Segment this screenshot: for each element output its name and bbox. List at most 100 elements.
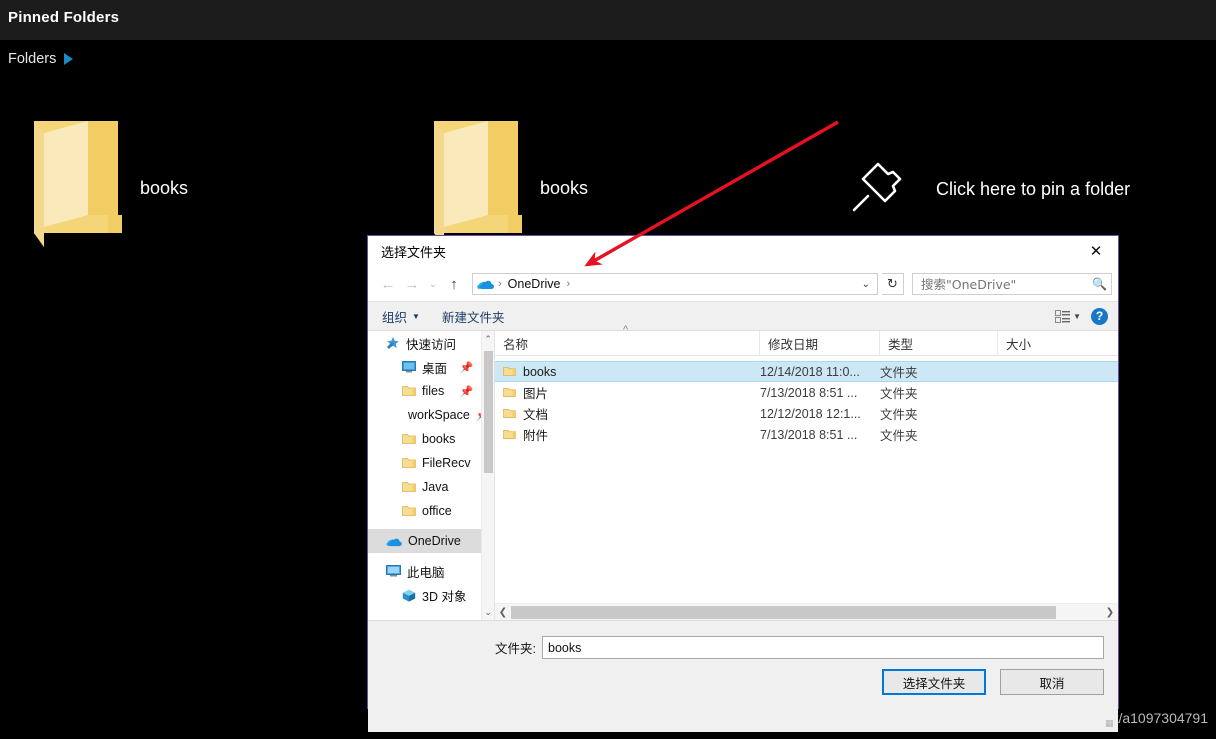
folder-name-row: 文件夹: books <box>368 636 1104 659</box>
refresh-icon[interactable]: ↻ <box>882 273 904 295</box>
folder-icon <box>402 506 416 516</box>
scrollbar-thumb[interactable] <box>484 351 493 473</box>
view-list-icon[interactable]: ▼ <box>1055 309 1081 323</box>
column-header-name[interactable]: 名称 ^ <box>495 324 760 356</box>
folder-name-input[interactable]: books <box>542 636 1104 659</box>
dialog-buttons: 选择文件夹 取消 <box>882 669 1104 695</box>
scroll-down-icon[interactable]: ⌄ <box>482 604 494 620</box>
sidebar-item-books[interactable]: books <box>368 427 481 451</box>
sidebar-item-label: FileRecv <box>422 456 471 470</box>
row-type-cell: 文件夹 <box>880 429 918 443</box>
table-row[interactable]: 图片 7/13/2018 8:51 ... 文件夹 <box>495 382 1118 403</box>
column-header-type[interactable]: 类型 <box>880 330 998 356</box>
view-list-glyph <box>1055 309 1071 323</box>
pin-icon <box>852 162 902 212</box>
sidebar-item-label: 3D 对象 <box>422 589 467 604</box>
folder-icon <box>402 386 416 396</box>
column-header-size[interactable]: 大小 <box>998 331 1118 356</box>
sidebar-item-label: books <box>422 432 456 446</box>
row-name-cell: 文档 <box>495 404 760 423</box>
sidebar-item-this-pc[interactable]: 此电脑 <box>368 559 481 583</box>
pin-folder-tile[interactable]: Click here to pin a folder <box>848 158 1130 221</box>
column-header-name-label: 名称 <box>503 337 529 352</box>
nav-pane-scrollbar[interactable]: ⌃ ⌄ <box>481 331 494 620</box>
sidebar-item-desktop[interactable]: 桌面 📌 <box>368 355 481 379</box>
organize-button[interactable]: 组织 ▼ <box>382 307 420 326</box>
search-box[interactable]: 🔍 <box>912 273 1112 295</box>
select-folder-button[interactable]: 选择文件夹 <box>882 669 986 695</box>
sidebar-item-onedrive[interactable]: OneDrive <box>368 529 482 553</box>
pin-folder-label: Click here to pin a folder <box>936 179 1131 199</box>
folder-icon <box>503 430 516 439</box>
sidebar-item-filerecv[interactable]: FileRecv <box>368 451 481 475</box>
dialog-navbar: ← → ⌄ ↑ › OneDrive › ⌄ ↻ 🔍 <box>368 267 1118 301</box>
new-folder-button[interactable]: 新建文件夹 <box>442 307 505 326</box>
table-row[interactable]: 附件 7/13/2018 8:51 ... 文件夹 <box>495 424 1118 445</box>
file-list-hscrollbar[interactable]: ❮ ❯ <box>495 603 1118 620</box>
organize-label: 组织 <box>382 310 408 325</box>
table-row[interactable]: books 12/14/2018 11:0... 文件夹 <box>495 361 1118 382</box>
chevron-down-icon[interactable]: ⌄ <box>862 279 873 290</box>
sidebar-item-quick-access[interactable]: 快速访问 <box>368 331 481 355</box>
view-chevron-down-icon: ▼ <box>1073 311 1081 321</box>
back-icon[interactable]: ← <box>376 272 400 296</box>
folder-icon <box>503 388 516 397</box>
pin-icon: 📌 <box>459 361 474 374</box>
sidebar-item-label: 桌面 <box>422 361 448 376</box>
quick-access-star-icon <box>387 337 399 349</box>
3d-objects-icon <box>402 589 416 602</box>
sidebar-item-label: OneDrive <box>408 534 461 548</box>
address-separator: › <box>498 278 502 290</box>
file-rows: books 12/14/2018 11:0... 文件夹 图片 7/13/201… <box>495 356 1118 445</box>
address-bar[interactable]: › OneDrive › ⌄ <box>472 273 878 295</box>
up-icon[interactable]: ↑ <box>442 272 466 296</box>
app-titlebar: Pinned Folders <box>0 0 1216 40</box>
column-header-date[interactable]: 修改日期 <box>760 330 880 356</box>
row-type-cell: 文件夹 <box>880 387 918 401</box>
sidebar-item-office[interactable]: office <box>368 499 481 523</box>
row-date-cell: 12/14/2018 11:0... <box>760 364 860 379</box>
row-name-cell: books <box>495 365 760 379</box>
sidebar-item-files[interactable]: files 📌 <box>368 379 481 403</box>
forward-icon[interactable]: → <box>400 272 424 296</box>
row-type-cell: 文件夹 <box>880 366 918 380</box>
select-folder-dialog: 选择文件夹 ✕ ← → ⌄ ↑ › OneDrive › ⌄ ↻ 🔍 <box>367 235 1119 732</box>
breadcrumb[interactable]: Folders <box>8 51 74 67</box>
scroll-left-icon[interactable]: ❮ <box>495 604 511 621</box>
dialog-toolbar: 组织 ▼ 新建文件夹 ▼ ? <box>368 301 1118 331</box>
sidebar-item-3d-objects[interactable]: 3D 对象 <box>368 583 481 607</box>
sidebar-item-label: 此电脑 <box>407 565 445 580</box>
scroll-up-icon[interactable]: ⌃ <box>482 331 494 347</box>
folder-icon <box>434 121 522 247</box>
cancel-button[interactable]: 取消 <box>1000 669 1104 695</box>
address-separator-2: › <box>566 278 571 290</box>
play-triangle-icon <box>64 53 74 65</box>
recent-locations-icon[interactable]: ⌄ <box>424 272 442 296</box>
folder-tile-2-label: books <box>540 178 589 198</box>
row-name-label: books <box>523 364 557 379</box>
close-icon[interactable]: ✕ <box>1074 236 1118 266</box>
desktop-icon <box>402 361 416 373</box>
column-headers: 名称 ^ 修改日期 类型 大小 <box>495 324 1118 356</box>
search-input[interactable] <box>919 275 1093 293</box>
row-type-cell: 文件夹 <box>880 408 918 422</box>
sidebar-item-workspace[interactable]: workSpace 📌 <box>368 403 481 427</box>
folder-icon <box>402 482 416 492</box>
address-crumb-onedrive[interactable]: OneDrive <box>506 277 563 291</box>
folder-icon <box>34 121 122 247</box>
navigation-pane: 快速访问 桌面 📌 files 📌 workSpace books FileRe… <box>368 331 482 620</box>
scrollbar-thumb[interactable] <box>511 605 1056 619</box>
row-name-cell: 图片 <box>495 383 760 402</box>
search-icon: 🔍 <box>1092 277 1107 291</box>
onedrive-cloud-icon <box>386 538 402 546</box>
resize-grip-icon[interactable]: ▦ <box>1105 719 1115 729</box>
folder-icon <box>503 409 516 418</box>
folder-icon <box>503 367 516 376</box>
hscroll-track[interactable] <box>511 605 1102 620</box>
scroll-right-icon[interactable]: ❯ <box>1102 604 1118 621</box>
help-icon[interactable]: ? <box>1091 307 1108 325</box>
sidebar-item-label: Java <box>422 480 449 494</box>
sidebar-item-java[interactable]: Java <box>368 475 481 499</box>
table-row[interactable]: 文档 12/12/2018 12:1... 文件夹 <box>495 403 1118 424</box>
folder-name-label: 文件夹: <box>495 642 536 656</box>
